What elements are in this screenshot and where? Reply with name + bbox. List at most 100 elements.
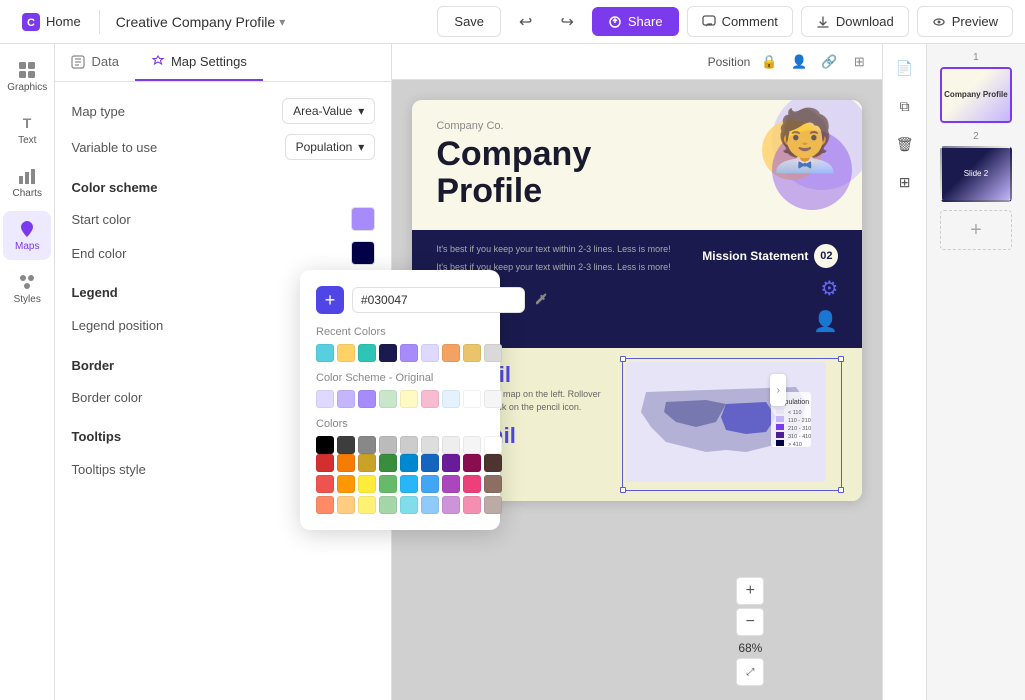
color-swatch[interactable]: [463, 496, 481, 514]
chevron-icon2: ▾: [358, 140, 364, 154]
color-picker-add[interactable]: +: [316, 286, 344, 314]
end-color-swatch[interactable]: [351, 241, 375, 265]
sidebar-item-styles[interactable]: Styles: [3, 264, 51, 313]
color-swatch[interactable]: [379, 454, 397, 472]
color-swatch[interactable]: [379, 475, 397, 493]
page-thumb-1[interactable]: 1 Company Profile: [936, 52, 1016, 123]
save-button[interactable]: Save: [437, 6, 501, 37]
lock-icon[interactable]: 🔒: [758, 51, 780, 73]
color-swatch[interactable]: [316, 496, 334, 514]
page-thumb-2[interactable]: 2 Slide 2: [936, 131, 1016, 202]
comment-button[interactable]: Comment: [687, 6, 793, 37]
undo-button[interactable]: ↩: [509, 5, 542, 39]
color-swatch[interactable]: [421, 390, 439, 408]
color-swatch[interactable]: [484, 436, 502, 454]
color-swatch[interactable]: [421, 475, 439, 493]
color-swatch[interactable]: [484, 390, 502, 408]
page-thumbnail-1[interactable]: Company Profile: [940, 67, 1012, 123]
color-swatch[interactable]: [442, 436, 460, 454]
color-swatch[interactable]: [337, 475, 355, 493]
color-swatch[interactable]: [484, 496, 502, 514]
link-icon[interactable]: 🔗: [818, 51, 840, 73]
sidebar-item-graphics[interactable]: Graphics: [3, 52, 51, 101]
sidebar-icons: Graphics T Text Charts Maps Styles: [0, 44, 55, 700]
hex-input[interactable]: [352, 287, 525, 313]
tab-map-settings[interactable]: Map Settings: [135, 44, 263, 81]
color-swatch[interactable]: [421, 496, 439, 514]
color-swatch[interactable]: [400, 390, 418, 408]
color-swatch[interactable]: [442, 390, 460, 408]
color-swatch[interactable]: [337, 344, 355, 362]
color-swatch[interactable]: [421, 344, 439, 362]
color-swatch[interactable]: [379, 496, 397, 514]
start-color-row: Start color: [71, 207, 375, 231]
tab-data[interactable]: Data: [55, 44, 134, 81]
eyedropper-button[interactable]: [533, 286, 549, 314]
add-page-icon[interactable]: 📄: [889, 52, 921, 84]
color-swatch[interactable]: [379, 436, 397, 454]
zoom-out-button[interactable]: −: [736, 608, 764, 636]
color-swatch[interactable]: [337, 454, 355, 472]
page-num-2: 2: [973, 131, 979, 142]
trash-icon[interactable]: 🗑: [889, 128, 921, 160]
color-swatch[interactable]: [400, 344, 418, 362]
color-swatch[interactable]: [337, 436, 355, 454]
color-swatch[interactable]: [442, 496, 460, 514]
color-swatch[interactable]: [400, 475, 418, 493]
color-swatch[interactable]: [463, 344, 481, 362]
color-swatch[interactable]: [463, 436, 481, 454]
color-swatch[interactable]: [463, 390, 481, 408]
color-swatch[interactable]: [358, 436, 376, 454]
color-swatch[interactable]: [316, 344, 334, 362]
color-swatch[interactable]: [484, 454, 502, 472]
color-swatch[interactable]: [400, 436, 418, 454]
preview-button[interactable]: Preview: [917, 6, 1013, 37]
color-swatch[interactable]: [442, 344, 460, 362]
color-swatch[interactable]: [463, 454, 481, 472]
color-swatch[interactable]: [358, 475, 376, 493]
home-button[interactable]: C Home: [12, 7, 91, 37]
page-thumbnail-2[interactable]: Slide 2: [940, 146, 1012, 202]
color-swatch[interactable]: [463, 475, 481, 493]
copy-icon[interactable]: ⧉: [889, 90, 921, 122]
variable-select[interactable]: Population ▾: [285, 134, 376, 160]
color-swatch[interactable]: [400, 496, 418, 514]
color-swatch[interactable]: [379, 344, 397, 362]
fullscreen-button[interactable]: ⤢: [736, 658, 764, 686]
start-color-swatch[interactable]: [351, 207, 375, 231]
color-swatch[interactable]: [358, 496, 376, 514]
color-swatch[interactable]: [337, 496, 355, 514]
map-type-select[interactable]: Area-Value ▾: [282, 98, 375, 124]
color-swatch[interactable]: [484, 475, 502, 493]
color-swatch[interactable]: [379, 390, 397, 408]
doc-title[interactable]: Creative Company Profile ▾: [108, 10, 294, 34]
download-button[interactable]: Download: [801, 6, 909, 37]
add-page-button[interactable]: +: [940, 210, 1012, 250]
sidebar-item-charts[interactable]: Charts: [3, 158, 51, 207]
color-swatch[interactable]: [337, 390, 355, 408]
zoom-in-button[interactable]: +: [736, 577, 764, 605]
color-swatch[interactable]: [316, 475, 334, 493]
share-button[interactable]: Share: [592, 7, 679, 36]
sidebar-item-text[interactable]: T Text: [3, 105, 51, 154]
person-icon[interactable]: 👤: [788, 51, 810, 73]
color-swatch[interactable]: [316, 436, 334, 454]
color-swatch[interactable]: [316, 390, 334, 408]
expand-panel-button[interactable]: ›: [770, 374, 786, 406]
duplicate-icon[interactable]: ⊞: [889, 166, 921, 198]
color-swatch[interactable]: [421, 454, 439, 472]
color-swatch[interactable]: [442, 475, 460, 493]
redo-button[interactable]: ↪: [550, 5, 583, 39]
grid-icon[interactable]: ⊞: [848, 51, 870, 73]
color-swatch[interactable]: [421, 436, 439, 454]
color-swatch[interactable]: [442, 454, 460, 472]
color-swatch[interactable]: [358, 454, 376, 472]
color-swatch[interactable]: [358, 344, 376, 362]
charts-icon: [17, 166, 37, 186]
color-swatch[interactable]: [316, 454, 334, 472]
data-tab-icon: [71, 55, 85, 69]
color-swatch[interactable]: [484, 344, 502, 362]
sidebar-item-maps[interactable]: Maps: [3, 211, 51, 260]
color-swatch[interactable]: [358, 390, 376, 408]
color-swatch[interactable]: [400, 454, 418, 472]
